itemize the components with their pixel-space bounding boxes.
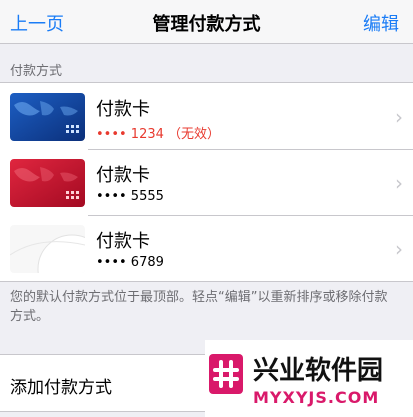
card-name: 付款卡 bbox=[96, 99, 150, 120]
card-image-blue bbox=[10, 93, 85, 141]
card-name: 付款卡 bbox=[96, 231, 150, 252]
payment-card-row[interactable]: 付款卡 •••• 6789 › bbox=[0, 215, 413, 281]
watermark-title: 兴业软件园 bbox=[253, 356, 384, 386]
card-image-white bbox=[10, 225, 85, 273]
watermark-url: MYXYJS.COM bbox=[253, 388, 380, 407]
card-name: 付款卡 bbox=[96, 165, 150, 186]
payment-card-row[interactable]: 付款卡 •••• 5555 › bbox=[0, 149, 413, 215]
section-header: 付款方式 bbox=[10, 64, 63, 79]
add-payment-method-label: 添加付款方式 bbox=[10, 378, 112, 398]
card-number: •••• 1234 （无效） bbox=[96, 127, 221, 142]
watermark-logo-icon bbox=[209, 354, 243, 394]
payment-card-row[interactable]: 付款卡 •••• 1234 （无效） › bbox=[0, 83, 413, 149]
footnote-text: 您的默认付款方式位于最顶部。轻点“编辑”以重新排序或移除付款方式。 bbox=[10, 290, 388, 324]
watermark-overlay: 兴业软件园 MYXYJS.COM bbox=[205, 340, 413, 417]
navigation-bar: 上一页 管理付款方式 编辑 bbox=[0, 0, 413, 44]
chevron-right-icon: › bbox=[395, 105, 403, 129]
chevron-right-icon: › bbox=[395, 237, 403, 261]
card-number: •••• 5555 bbox=[96, 189, 164, 204]
page-title: 管理付款方式 bbox=[152, 14, 261, 35]
card-number: •••• 6789 bbox=[96, 255, 164, 270]
payment-card-list: 付款卡 •••• 1234 （无效） › 付款卡 •••• 5555 › 付款卡… bbox=[0, 82, 413, 282]
chevron-right-icon: › bbox=[395, 171, 403, 195]
edit-button[interactable]: 编辑 bbox=[363, 10, 399, 36]
card-image-red bbox=[10, 159, 85, 207]
